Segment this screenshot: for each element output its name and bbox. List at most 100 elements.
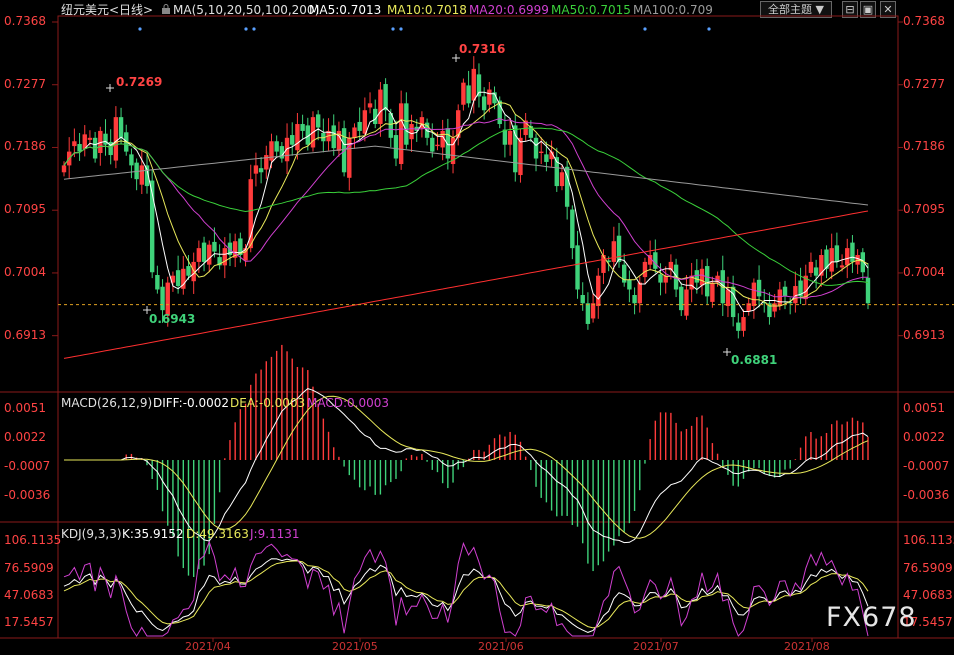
right-tick-label: 0.0051 (903, 401, 945, 415)
kdj-j: J:9.1131 (250, 527, 300, 541)
date-tick-label: 2021/06 (478, 640, 524, 653)
candle-body (383, 84, 388, 111)
candle-body (813, 267, 819, 276)
candle-body (502, 129, 508, 145)
candle-body (253, 165, 259, 174)
candle-body (207, 244, 212, 265)
candle-body (559, 172, 565, 187)
candle-body (705, 266, 710, 297)
candle-body (290, 135, 295, 145)
macd-title: MACD(26,12,9) (61, 396, 153, 410)
macd-value: MACD:0.0003 (307, 396, 390, 410)
candle-body (258, 168, 264, 173)
signal-marker (244, 27, 248, 31)
left-tick-label: 47.0683 (4, 587, 54, 602)
right-tick-label: 0.7004 (903, 264, 945, 279)
candle-body (658, 274, 663, 283)
chart-canvas[interactable] (0, 0, 954, 655)
kdj-d: D:49.3163 (186, 527, 249, 541)
left-tick-label: 0.7095 (4, 202, 46, 217)
candle-body (331, 125, 336, 149)
left-tick-label: 0.7277 (4, 76, 46, 91)
candle-body (404, 103, 409, 145)
signal-marker (138, 27, 142, 31)
candle-body (850, 242, 855, 262)
annotation-low-1: 0.6943 (149, 312, 196, 326)
candle-body (839, 265, 845, 268)
candle-body (471, 68, 476, 101)
candle-body (653, 252, 658, 269)
candle-body (175, 270, 181, 287)
candle-body (357, 121, 362, 131)
right-tick-label: -0.0036 (903, 488, 950, 502)
chart-window: 纽元美元<日线> MA(5,10,20,50,100,200) MA5:0.70… (0, 0, 954, 655)
candle-body (435, 144, 440, 147)
candle-body (72, 141, 77, 147)
candle-body (782, 286, 788, 297)
kdj-title: KDJ(9,3,3) (61, 527, 122, 541)
right-tick-label: 0.7095 (903, 202, 945, 217)
left-tick-label: 106.1135 (4, 533, 62, 548)
candle-body (274, 141, 279, 152)
candle-body (201, 242, 207, 262)
candle-body (699, 268, 705, 286)
candle-body (642, 261, 648, 278)
kdj-k: K:35.9152 (122, 527, 184, 541)
candle-body (518, 137, 523, 176)
left-tick-label: -0.0007 (4, 459, 51, 473)
candle-body (61, 165, 67, 173)
candle-body (616, 235, 622, 262)
date-tick-label: 2021/05 (332, 640, 378, 653)
right-tick-label: 0.6913 (903, 327, 945, 342)
candle-body (637, 282, 642, 304)
left-tick-label: 0.0051 (4, 401, 46, 415)
candle-body (725, 289, 731, 307)
candle-body (186, 266, 191, 276)
candle-body (793, 286, 798, 304)
annotation-high-1: 0.7269 (116, 75, 163, 89)
right-tick-label: 106.1135 (903, 533, 954, 548)
candle-body (222, 248, 227, 266)
macd-diff: DIFF:-0.0002 (153, 396, 230, 410)
candle-body (865, 277, 871, 304)
left-tick-label: 17.5457 (4, 615, 54, 630)
fx678-watermark: FX678 (826, 602, 917, 633)
candle-body (481, 96, 487, 111)
candle-body (466, 85, 471, 104)
macd-dea: DEA:-0.0003 (230, 396, 306, 410)
candle-body (315, 114, 321, 128)
candle-body (139, 165, 145, 185)
signal-marker (252, 27, 256, 31)
candle-body (632, 295, 637, 304)
candle-body (829, 248, 834, 272)
left-tick-label: 0.7186 (4, 139, 46, 154)
candle-body (808, 261, 814, 273)
candle-body (362, 110, 368, 134)
candle-body (341, 128, 347, 173)
candle-body (741, 317, 746, 331)
right-tick-label: 76.5909 (903, 560, 953, 575)
left-tick-label: 0.7368 (4, 14, 46, 28)
candle-body (611, 241, 617, 262)
date-tick-label: 2021/08 (784, 640, 830, 653)
candle-body (212, 241, 217, 252)
candle-body (756, 279, 762, 297)
candle-body (570, 209, 575, 249)
candle-body (430, 137, 435, 152)
candle-body (378, 89, 383, 125)
candle-body (513, 125, 518, 173)
annotation-high-2: 0.7316 (459, 42, 506, 56)
signal-marker (399, 27, 403, 31)
ma100-line (63, 145, 869, 206)
candle-body (367, 103, 373, 108)
signal-marker (643, 27, 647, 31)
left-tick-label: 0.6913 (4, 327, 46, 342)
macd-diff-line (64, 388, 869, 544)
candle-body (113, 117, 119, 161)
left-tick-label: 76.5909 (4, 560, 54, 575)
candle-body (596, 275, 601, 307)
candle-body (461, 82, 466, 105)
candle-body (533, 137, 539, 159)
left-tick-label: 0.7004 (4, 264, 46, 279)
candle-body (487, 89, 492, 105)
